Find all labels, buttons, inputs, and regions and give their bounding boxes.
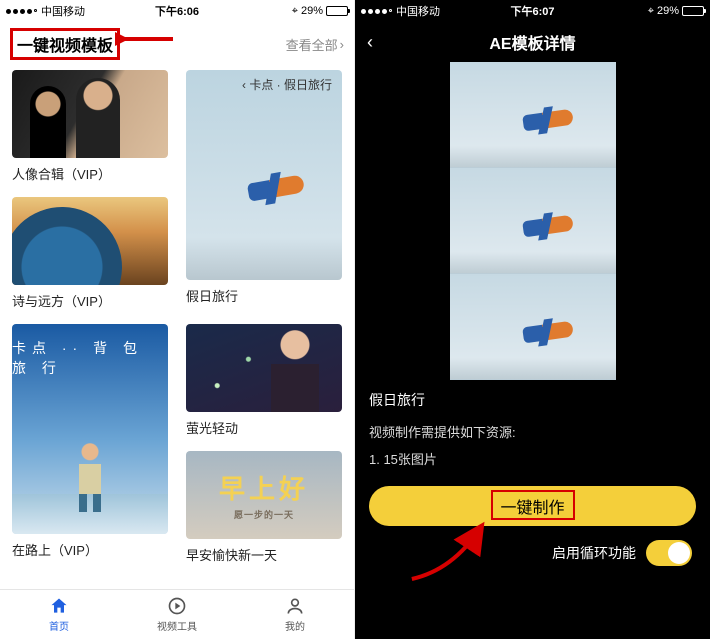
phone-left: 中国移动 下午6:06 ⌖ 29% 一键视频模板 查看全部 › 人像合辑（VIP…: [0, 0, 355, 639]
section-title: 一键视频模板: [10, 28, 120, 60]
preview-frame: [450, 62, 616, 168]
template-overlay-text: 卡点 ·· 背 包 旅 行: [12, 338, 168, 378]
airplane-icon: [522, 109, 574, 132]
template-title: 人像合辑（VIP）: [12, 164, 168, 183]
detail-title: 假日旅行: [369, 390, 696, 410]
template-preview: [450, 62, 616, 380]
template-card[interactable]: 诗与远方（VIP）: [12, 197, 168, 310]
airplane-icon: [522, 215, 574, 238]
airplane-icon: [522, 321, 574, 344]
template-title: 诗与远方（VIP）: [12, 291, 168, 310]
template-thumb: ‹ 卡点 · 假日旅行: [186, 70, 342, 280]
template-thumb: 卡点 ·· 背 包 旅 行: [12, 324, 168, 534]
template-card[interactable]: 卡点 ·· 背 包 旅 行 在路上（VIP）: [12, 324, 168, 564]
person-icon: [73, 442, 107, 512]
home-icon: [49, 596, 69, 616]
detail-subtitle: 视频制作需提供如下资源:: [369, 422, 696, 441]
detail-block: 假日旅行 视频制作需提供如下资源: 1. 15张图片: [355, 380, 710, 468]
preview-frame: [450, 274, 616, 380]
statusbar-right: 中国移动 下午6:07 ⌖ 29%: [355, 0, 710, 22]
tab-label: 首页: [49, 618, 69, 633]
status-time: 下午6:06: [0, 3, 354, 19]
template-thumb: [12, 70, 168, 158]
template-thumb: [12, 197, 168, 285]
chevron-right-icon: ›: [340, 37, 344, 52]
template-overlay-sub: 愿一步的一天: [234, 508, 294, 521]
make-button[interactable]: 一键制作: [369, 486, 696, 526]
play-circle-icon: [167, 596, 187, 616]
tab-home[interactable]: 首页: [0, 590, 118, 639]
tab-mine[interactable]: 我的: [236, 590, 354, 639]
battery-icon: [682, 6, 704, 16]
page-title: AE模板详情: [355, 30, 710, 54]
battery-icon: [326, 6, 348, 16]
template-card[interactable]: ‹ 卡点 · 假日旅行 假日旅行: [186, 70, 342, 310]
tabbar: 首页 视频工具 我的: [0, 589, 354, 639]
annotation-arrow-left: [115, 28, 175, 55]
template-thumb: 早上好 愿一步的一天: [186, 451, 342, 539]
detail-requirement: 1. 15张图片: [369, 449, 696, 468]
user-icon: [285, 596, 305, 616]
tab-video-tools[interactable]: 视频工具: [118, 590, 236, 639]
section-header: 一键视频模板 查看全部 ›: [0, 22, 354, 70]
template-card[interactable]: 人像合辑（VIP）: [12, 70, 168, 183]
template-title: 假日旅行: [186, 286, 342, 305]
template-card[interactable]: 萤光轻动: [186, 324, 342, 437]
template-title: 早安愉快新一天: [186, 545, 342, 564]
status-time: 下午6:07: [355, 3, 710, 19]
airplane-icon: [247, 174, 305, 201]
loop-label: 启用循环功能: [552, 543, 636, 563]
template-overlay-text: 早上好: [219, 469, 309, 506]
view-all-link[interactable]: 查看全部 ›: [286, 35, 344, 54]
tab-label: 我的: [285, 618, 305, 633]
template-title: 萤光轻动: [186, 418, 342, 437]
loop-toggle[interactable]: [646, 540, 692, 566]
template-thumb: [186, 324, 342, 412]
template-overlay-text: ‹ 卡点 · 假日旅行: [242, 76, 332, 93]
view-all-label: 查看全部: [286, 35, 338, 54]
template-title: 在路上（VIP）: [12, 540, 168, 559]
annotation-highlight-box: [491, 490, 575, 520]
template-card[interactable]: 早上好 愿一步的一天 早安愉快新一天: [186, 451, 342, 564]
statusbar-left: 中国移动 下午6:06 ⌖ 29%: [0, 0, 354, 22]
template-grid: 人像合辑（VIP） ‹ 卡点 · 假日旅行 假日旅行 诗与远方（VIP） 卡点 …: [0, 70, 354, 568]
tab-label: 视频工具: [157, 618, 197, 633]
navbar: ‹ AE模板详情: [355, 22, 710, 62]
preview-frame: [450, 168, 616, 274]
